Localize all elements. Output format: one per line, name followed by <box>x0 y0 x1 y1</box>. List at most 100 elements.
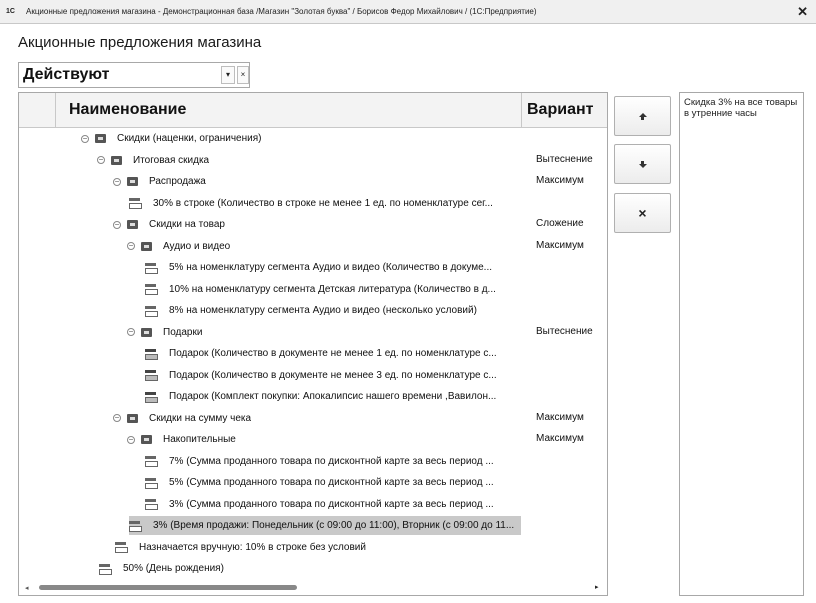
table-row[interactable]: 3% (Время продажи: Понедельник (с 09:00 … <box>19 515 607 537</box>
row-variant: Сложение <box>536 218 584 229</box>
table-row[interactable]: 10% на номенклатуру сегмента Детская лит… <box>19 279 607 301</box>
name-cell[interactable]: 10% на номенклатуру сегмента Детская лит… <box>145 280 521 299</box>
name-cell[interactable]: − Итоговая скидка <box>97 151 521 170</box>
row-variant: Максимум <box>536 239 584 251</box>
row-name: Назначается вручную: 10% в строке без ус… <box>139 541 366 553</box>
table-row[interactable]: Подарок (Количество в документе не менее… <box>19 365 607 387</box>
collapse-toggle-icon[interactable]: − <box>127 328 135 336</box>
name-cell[interactable]: 5% на номенклатуру сегмента Аудио и виде… <box>145 258 521 277</box>
row-name: Распродажа <box>149 176 206 187</box>
row-name: Накопительные <box>163 434 236 445</box>
folder-icon <box>141 327 152 337</box>
row-variant: Вытеснение <box>536 325 593 337</box>
row-variant: Максимум <box>536 411 584 423</box>
table-row[interactable]: 7% (Сумма проданного товара по дисконтно… <box>19 451 607 473</box>
name-cell[interactable]: − Накопительные <box>127 430 521 449</box>
name-cell[interactable]: − Скидки (наценки, ограничения) <box>81 129 521 148</box>
collapse-toggle-icon[interactable]: − <box>97 156 105 164</box>
name-cell[interactable]: − Скидки на сумму чека <box>113 409 521 428</box>
status-filter-field[interactable]: Действуют ▾ × <box>18 62 250 88</box>
table-row[interactable]: − Скидки (наценки, ограничения) <box>19 128 607 150</box>
table-row[interactable]: − Скидки на сумму чека Максимум <box>19 408 607 430</box>
name-cell[interactable]: 5% (Сумма проданного товара по дисконтно… <box>145 473 521 492</box>
chevron-down-icon[interactable]: ▾ <box>221 66 235 84</box>
column-header-variant[interactable]: Вариант <box>527 101 593 119</box>
discount-icon <box>145 499 158 510</box>
collapse-toggle-icon[interactable]: − <box>81 134 89 143</box>
table-row[interactable]: − Накопительные Максимум <box>19 429 607 451</box>
table-row[interactable]: 5% (Сумма проданного товара по дисконтно… <box>19 472 607 494</box>
offer-description: Скидка 3% на все товары в утренние часы <box>684 97 798 119</box>
folder-icon <box>141 435 152 444</box>
clear-icon[interactable]: × <box>237 66 249 84</box>
name-cell[interactable]: 3% (Сумма проданного товара по дисконтно… <box>145 495 521 514</box>
gift-icon <box>145 348 158 360</box>
name-cell[interactable]: Подарок (Количество в документе не менее… <box>145 366 521 385</box>
window-titlebar: 1С Акционные предложения магазина - Демо… <box>0 0 816 24</box>
row-name: Подарок (Количество в документе не менее… <box>169 369 497 381</box>
name-cell[interactable]: − Скидки на товар <box>113 215 521 234</box>
name-cell[interactable]: 7% (Сумма проданного товара по дисконтно… <box>145 452 521 471</box>
row-variant: Вытеснение <box>536 153 593 165</box>
table-row[interactable]: − Подарки Вытеснение <box>19 322 607 344</box>
table-row[interactable]: 30% в строке (Количество в строке не мен… <box>19 193 607 215</box>
scroll-right-icon[interactable]: ▸ <box>595 583 599 591</box>
row-name: 10% на номенклатуру сегмента Детская лит… <box>169 283 496 295</box>
delete-button[interactable]: × <box>614 193 671 233</box>
name-cell[interactable]: Подарок (Комплект покупки: Апокалипсис н… <box>145 387 521 406</box>
table-header: Наименование Вариант <box>19 93 607 128</box>
row-name: Аудио и видео <box>163 240 231 252</box>
table-row[interactable]: − Аудио и видео Максимум <box>19 236 607 258</box>
table-row[interactable]: − Распродажа Максимум <box>19 171 607 193</box>
scrollbar-thumb[interactable] <box>39 585 297 590</box>
close-icon[interactable]: ✕ <box>797 4 808 20</box>
table-row[interactable]: − Скидки на товар Сложение <box>19 214 607 236</box>
name-cell[interactable]: Назначается вручную: 10% в строке без ус… <box>115 538 521 557</box>
row-name: 8% на номенклатуру сегмента Аудио и виде… <box>169 305 477 316</box>
name-cell[interactable]: 8% на номенклатуру сегмента Аудио и виде… <box>145 301 521 320</box>
folder-icon <box>127 413 138 423</box>
folder-icon <box>127 220 138 229</box>
horizontal-scrollbar[interactable]: ◂ ▸ <box>19 580 607 595</box>
folder-icon <box>111 155 122 165</box>
description-panel: Скидка 3% на все товары в утренние часы <box>679 92 804 596</box>
table-row[interactable]: 8% на номенклатуру сегмента Аудио и виде… <box>19 300 607 322</box>
table-row[interactable]: − Итоговая скидка Вытеснение <box>19 150 607 172</box>
name-cell[interactable]: 3% (Время продажи: Понедельник (с 09:00 … <box>129 516 521 535</box>
table-row[interactable]: Подарок (Количество в документе не менее… <box>19 343 607 365</box>
table-row[interactable]: 3% (Сумма проданного товара по дисконтно… <box>19 494 607 516</box>
name-cell[interactable]: − Распродажа <box>113 172 521 191</box>
column-header-name[interactable]: Наименование <box>69 101 186 119</box>
name-cell[interactable]: 30% в строке (Количество в строке не мен… <box>129 194 521 213</box>
name-cell[interactable]: − Аудио и видео <box>127 237 521 256</box>
collapse-toggle-icon[interactable]: − <box>113 414 121 422</box>
status-filter-value: Действуют <box>23 66 110 83</box>
row-name: 7% (Сумма проданного товара по дисконтно… <box>169 455 494 467</box>
collapse-toggle-icon[interactable]: − <box>113 220 121 229</box>
collapse-toggle-icon[interactable]: − <box>127 242 135 250</box>
window-title: Акционные предложения магазина - Демонст… <box>26 7 537 16</box>
collapse-toggle-icon[interactable]: − <box>127 435 135 444</box>
folder-icon <box>127 177 138 186</box>
discount-icon <box>145 477 158 489</box>
collapse-toggle-icon[interactable]: − <box>113 177 121 186</box>
offers-tree-table[interactable]: Наименование Вариант − Скидки (наценки, о… <box>18 92 608 596</box>
table-row[interactable]: Подарок (Комплект покупки: Апокалипсис н… <box>19 386 607 408</box>
name-cell[interactable]: − Подарки <box>127 323 521 342</box>
name-cell[interactable]: Подарок (Количество в документе не менее… <box>145 344 521 363</box>
folder-icon <box>95 134 106 143</box>
row-name: Скидки на товар <box>149 219 225 230</box>
close-icon: × <box>638 205 647 221</box>
header-gutter <box>19 93 56 128</box>
column-divider[interactable] <box>521 93 522 128</box>
move-down-button[interactable] <box>614 144 671 184</box>
table-row[interactable]: 50% (День рождения) <box>19 558 607 580</box>
row-name: Скидки (наценки, ограничения) <box>117 133 262 144</box>
name-cell[interactable]: 50% (День рождения) <box>99 559 521 578</box>
row-variant: Максимум <box>536 433 584 444</box>
table-row[interactable]: Назначается вручную: 10% в строке без ус… <box>19 537 607 559</box>
scroll-left-icon[interactable]: ◂ <box>25 584 29 592</box>
discount-icon <box>145 456 158 467</box>
table-row[interactable]: 5% на номенклатуру сегмента Аудио и виде… <box>19 257 607 279</box>
move-up-button[interactable] <box>614 96 671 136</box>
